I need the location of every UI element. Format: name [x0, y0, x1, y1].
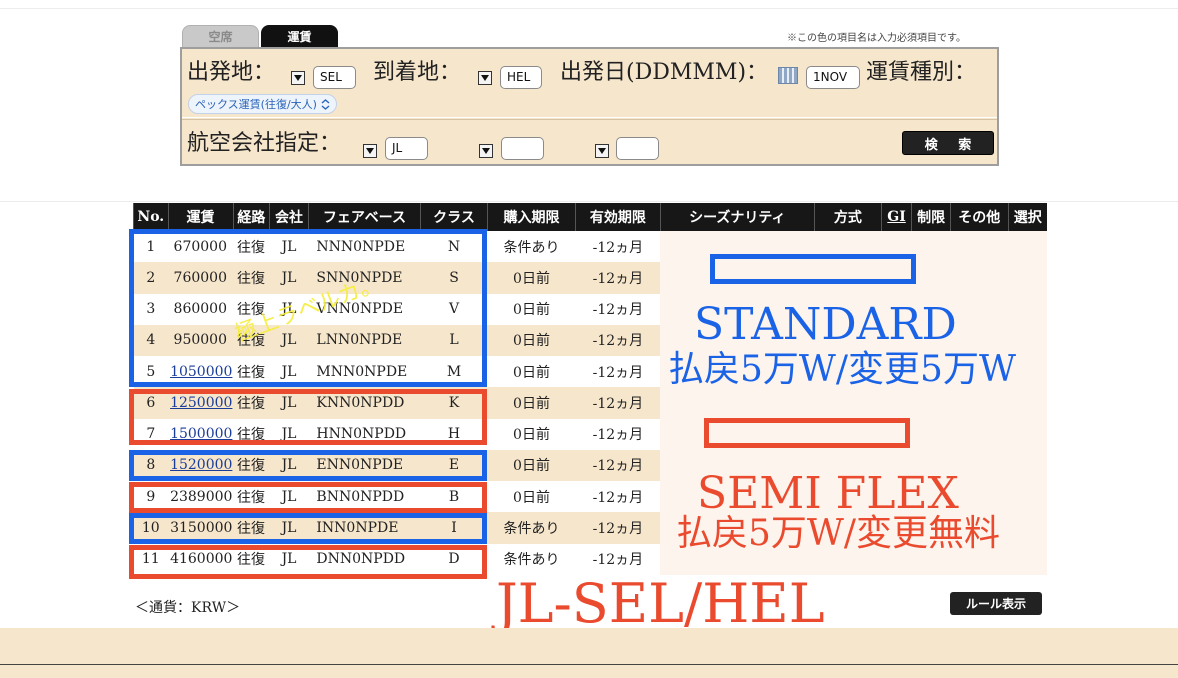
destination-input[interactable]: HEL — [500, 66, 542, 89]
cell-purchase-deadline: 0日前 — [487, 387, 576, 419]
cell-purchase-deadline: 条件あり — [487, 543, 576, 575]
cell-purchase-deadline: 0日前 — [487, 449, 576, 482]
cell-validity: -12ヵ月 — [575, 543, 661, 575]
cell-validity: -12ヵ月 — [575, 449, 661, 482]
search-button[interactable]: 検 索 — [902, 131, 994, 155]
cell-purchase-deadline: 0日前 — [487, 293, 576, 325]
calendar-icon[interactable] — [778, 67, 798, 84]
header-carrier: 会社 — [269, 203, 309, 231]
departure-date-label: 出発日(DDMMM)： — [560, 60, 769, 85]
origin-dropdown-icon[interactable] — [291, 71, 305, 85]
top-guide-line — [0, 8, 1178, 9]
select-chevron-icon — [321, 98, 330, 110]
header-fare: 運賃 — [167, 203, 233, 231]
header-validity: 有効期限 — [575, 203, 661, 231]
destination-label: 到着地： — [373, 60, 462, 85]
header-class: クラス — [419, 203, 488, 231]
airline2-dropdown-icon[interactable] — [479, 144, 493, 158]
semiflex-box-row11 — [129, 545, 487, 579]
header-no: No. — [133, 203, 169, 231]
cell-purchase-deadline: 0日前 — [487, 262, 576, 294]
route-title: JL-SEL/HEL — [496, 572, 825, 635]
cell-validity: -12ヵ月 — [575, 387, 661, 419]
header-seasonality: シーズナリティ — [659, 203, 815, 231]
tab-fares[interactable]: 運賃 — [261, 25, 338, 47]
semiflex-title: SEMI FLEX — [697, 468, 959, 519]
cell-validity: -12ヵ月 — [575, 231, 661, 263]
cell-validity: -12ヵ月 — [575, 324, 661, 357]
cell-purchase-deadline: 0日前 — [487, 324, 576, 357]
cell-validity: -12ヵ月 — [575, 418, 661, 450]
header-fare-basis: フェアベース — [307, 203, 421, 231]
cell-purchase-deadline: 0日前 — [487, 418, 576, 450]
cell-validity: -12ヵ月 — [575, 356, 661, 388]
origin-input[interactable]: SEL — [313, 66, 356, 89]
airline2-input[interactable] — [501, 137, 544, 160]
semiflex-legend-swatch — [704, 418, 910, 448]
semiflex-detail: 払戻5万W/変更無料 — [676, 513, 1001, 554]
departure-date-input[interactable]: 1NOV — [806, 66, 860, 89]
header-route: 経路 — [232, 203, 270, 231]
currency-note: ＜通貨：KRW＞ — [135, 600, 241, 616]
cell-purchase-deadline: 0日前 — [487, 481, 576, 513]
footer-band — [0, 628, 1178, 664]
cell-purchase-deadline: 0日前 — [487, 356, 576, 388]
header-purchase-deadline: 購入期限 — [487, 203, 576, 231]
airline3-input[interactable] — [616, 137, 659, 160]
cell-purchase-deadline: 条件あり — [487, 512, 576, 544]
header-restrictions: 制限 — [911, 203, 951, 231]
cell-validity: -12ヵ月 — [575, 481, 661, 513]
cell-validity: -12ヵ月 — [575, 512, 661, 544]
standard-detail: 払戻5万W/変更5万W — [668, 349, 1016, 390]
airline1-dropdown-icon[interactable] — [363, 144, 377, 158]
airline-label: 航空会社指定： — [187, 131, 342, 156]
fare-type-select[interactable]: ペックス運賃(往復/大人) — [188, 94, 337, 114]
required-field-note: ※この色の項目名は入力必須項目です。 — [787, 33, 966, 44]
airline1-input[interactable]: JL — [385, 137, 428, 160]
destination-dropdown-icon[interactable] — [478, 71, 492, 85]
header-select: 選択 — [1007, 203, 1047, 231]
fare-search-form: 出発地： SEL 到着地： HEL 出発日(DDMMM)： 1NOV 運賃種別：… — [180, 47, 999, 166]
tab-availability[interactable]: 空席 — [182, 25, 259, 47]
footer-bottom — [0, 665, 1178, 678]
semiflex-group-box — [129, 389, 487, 445]
rule-display-button[interactable]: ルール表示 — [950, 592, 1042, 615]
semiflex-box-row9 — [129, 482, 487, 513]
standard-legend-swatch — [710, 254, 916, 284]
cell-validity: -12ヵ月 — [575, 262, 661, 294]
table-header-row: No. 運賃 経路 会社 フェアベース クラス 購入期限 有効期限 シーズナリテ… — [133, 203, 1047, 231]
standard-title: STANDARD — [694, 299, 957, 350]
origin-label: 出発地： — [187, 60, 276, 85]
standard-box-row10 — [129, 513, 487, 544]
header-other: その他 — [949, 203, 1009, 231]
mode-tabs: 空席 運賃 — [182, 25, 338, 47]
fare-type-value: ペックス運賃(往復/大人) — [195, 98, 317, 111]
fare-type-label: 運賃種別： — [866, 60, 977, 85]
cell-purchase-deadline: 条件あり — [487, 231, 576, 263]
table-guide-line — [0, 201, 1178, 202]
form-divider — [182, 117, 997, 120]
airline3-dropdown-icon[interactable] — [595, 144, 609, 158]
standard-box-row8 — [129, 450, 487, 481]
header-method: 方式 — [813, 203, 882, 231]
cell-validity: -12ヵ月 — [575, 293, 661, 325]
header-gi[interactable]: GI — [880, 203, 912, 231]
